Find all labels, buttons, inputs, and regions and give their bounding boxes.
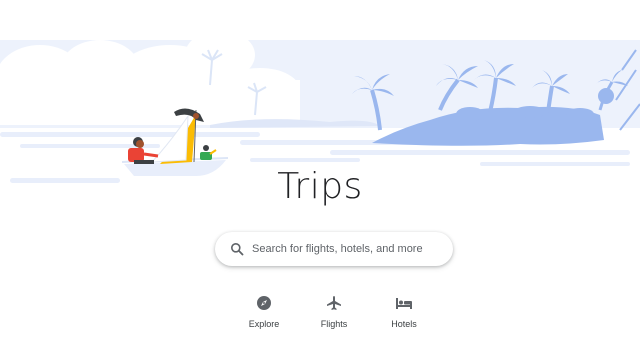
search-input[interactable] (252, 243, 442, 255)
nav-label-hotels: Hotels (391, 319, 417, 329)
nav-label-flights: Flights (320, 319, 348, 329)
bed-icon (395, 294, 413, 312)
compass-icon (255, 294, 273, 312)
nav-label-explore: Explore (248, 319, 280, 329)
nav-item-flights[interactable]: Flights (304, 294, 364, 329)
page-title: Trips (277, 166, 363, 207)
search-box[interactable] (215, 232, 453, 266)
nav-item-hotels[interactable]: Hotels (374, 294, 434, 329)
search-icon[interactable] (230, 242, 244, 256)
nav-item-explore[interactable]: Explore (234, 294, 294, 329)
airplane-icon (325, 294, 343, 312)
